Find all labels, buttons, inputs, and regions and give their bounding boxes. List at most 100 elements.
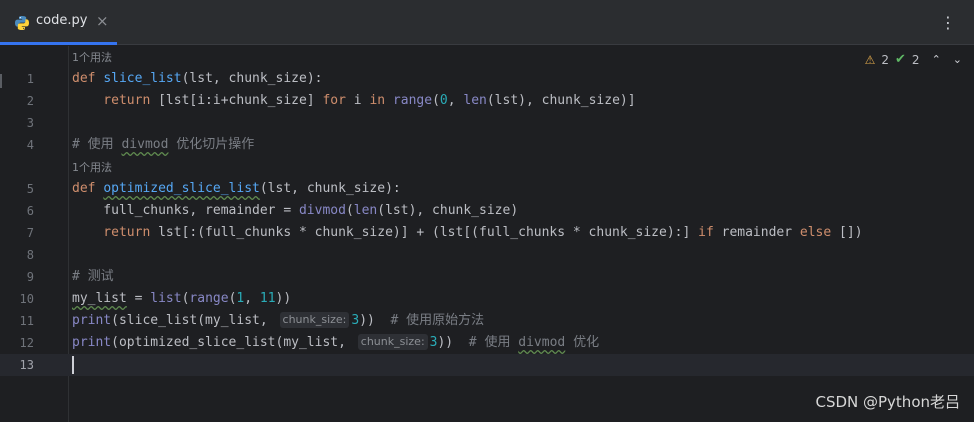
code-text: )) (437, 335, 469, 350)
code-line-current[interactable]: 13 (0, 354, 974, 376)
line-number: 6 (26, 204, 34, 218)
code-text: remainder (721, 225, 800, 240)
code-line: 1 def slice_list(lst, chunk_size): (0, 68, 974, 90)
comment: 优化切片操作 (168, 137, 255, 152)
warning-count: 2 (881, 52, 890, 67)
code-text: , (447, 93, 464, 108)
keyword: def (72, 71, 104, 86)
code-text: []) (839, 225, 863, 240)
builtin: len (353, 203, 378, 218)
code-text: , (244, 291, 260, 306)
parameter-hint: chunk_size: (357, 334, 428, 350)
chevron-up-icon[interactable]: ⌃ (932, 53, 941, 66)
line-code: my_list = list(range(1, 11)) (72, 288, 291, 310)
line-number: 5 (26, 182, 34, 196)
code-text: ( (432, 93, 440, 108)
line-number: 8 (26, 248, 34, 262)
comment: divmod (121, 137, 169, 152)
code-text: (slice_list(my_list, (111, 313, 276, 328)
line-code: # 使用 divmod 优化切片操作 (72, 134, 254, 156)
line-number: 9 (26, 270, 34, 284)
code-text: ( (345, 203, 354, 218)
code-line: 10 my_list = list(range(1, 11)) (0, 288, 974, 310)
comment: # 使用 (468, 335, 519, 350)
code-text: i (353, 93, 370, 108)
chevron-down-icon[interactable]: ⌄ (953, 53, 962, 66)
code-text: (lst, chunk_size): (181, 71, 323, 86)
text-cursor (72, 356, 74, 374)
warning-icon: ⚠ (864, 52, 876, 67)
line-number: 13 (19, 358, 34, 372)
line-code: def slice_list(lst, chunk_size): (72, 68, 322, 90)
keyword: def (72, 181, 104, 196)
code-line: 9 # 测试 (0, 266, 974, 288)
builtin: print (72, 313, 112, 328)
line-number: 2 (26, 94, 34, 108)
variable: my_list (72, 291, 127, 306)
code-line: 5 def optimized_slice_list(lst, chunk_si… (0, 178, 974, 200)
usage-hint[interactable]: 1个用法 (72, 157, 112, 179)
comment: # 使用原始方法 (390, 313, 485, 328)
code-text: (lst), chunk_size) (377, 203, 519, 218)
keyword: else (799, 225, 840, 240)
code-line: 12 print(optimized_slice_list(my_list, c… (0, 332, 974, 354)
line-code: def optimized_slice_list(lst, chunk_size… (72, 178, 401, 200)
tab-label: code.py (36, 13, 88, 28)
parameter-hint: chunk_size: (279, 312, 350, 328)
line-number: 4 (26, 138, 34, 152)
ok-count: 2 (911, 52, 920, 67)
code-text: full_chunks, remainder = (72, 203, 299, 218)
line-number: 11 (19, 314, 34, 328)
more-options-icon[interactable]: ⋮ (940, 13, 956, 32)
builtin: list (150, 291, 182, 306)
line-number: 10 (19, 292, 34, 306)
line-code: full_chunks, remainder = divmod(len(lst)… (72, 200, 518, 222)
line-number: 3 (26, 116, 34, 130)
keyword: return (72, 93, 159, 108)
keyword: in (369, 93, 393, 108)
builtin: range (189, 291, 229, 306)
code-text: lst[:(full_chunks * chunk_size)] + (lst[… (158, 225, 699, 240)
keyword: for (322, 93, 354, 108)
close-icon[interactable]: × (96, 12, 109, 30)
line-code: print(optimized_slice_list(my_list, chun… (72, 332, 599, 354)
check-icon: ✔ (895, 52, 906, 67)
inspection-widget[interactable]: ⚠ 2 ✔ 2 ⌃ ⌄ (865, 52, 962, 67)
code-text: [lst[i:i+chunk_size] (158, 93, 323, 108)
tab-code-py[interactable]: code.py × (0, 0, 117, 45)
code-line: 7 return lst[:(full_chunks * chunk_size)… (0, 222, 974, 244)
number: 0 (439, 93, 448, 108)
comment: # 使用 (72, 137, 122, 152)
code-line: 2 return [lst[i:i+chunk_size] for i in r… (0, 90, 974, 112)
line-number: 7 (26, 226, 34, 240)
builtin: divmod (298, 203, 346, 218)
function-name: slice_list (103, 71, 182, 86)
line-code: # 测试 (72, 266, 114, 288)
code-text: (lst), chunk_size)] (486, 93, 636, 108)
code-line: 8 (0, 244, 974, 266)
keyword: return (72, 225, 159, 240)
python-file-icon (15, 16, 29, 30)
function-name: optimized_slice_list (103, 181, 260, 196)
code-text: = (126, 291, 151, 306)
usage-hint[interactable]: 1个用法 (72, 47, 112, 69)
comment: 优化 (565, 335, 600, 350)
keyword: if (698, 225, 722, 240)
line-number: 12 (19, 336, 34, 350)
code-line: 3 (0, 112, 974, 134)
line-code: return [lst[i:i+chunk_size] for i in ran… (72, 90, 636, 112)
code-line: 4 # 使用 divmod 优化切片操作 (0, 134, 974, 156)
editor-tab-bar: code.py × ⋮ (0, 0, 974, 45)
comment: # 测试 (72, 269, 114, 284)
line-code: return lst[:(full_chunks * chunk_size)] … (72, 222, 863, 244)
code-editor[interactable]: ⚠ 2 ✔ 2 ⌃ ⌄ 1个用法 1 def slice_list(lst, c… (0, 46, 974, 422)
builtin: print (72, 335, 112, 350)
code-text: )) (275, 291, 292, 306)
code-text: (lst, chunk_size): (259, 181, 401, 196)
builtin: len (463, 93, 487, 108)
code-line: 6 full_chunks, remainder = divmod(len(ls… (0, 200, 974, 222)
comment: divmod (518, 335, 566, 350)
code-line: 11 print(slice_list(my_list, chunk_size:… (0, 310, 974, 332)
watermark: CSDN @Python老吕 (815, 393, 960, 411)
builtin: range (392, 93, 433, 108)
